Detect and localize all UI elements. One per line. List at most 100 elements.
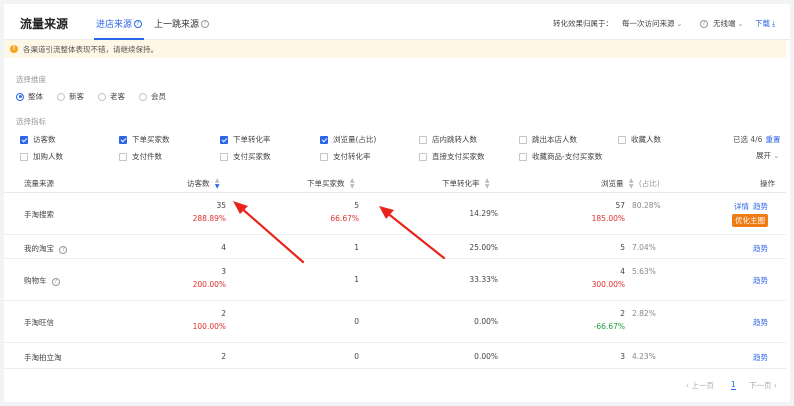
metrics-label: 选择指标	[16, 117, 46, 126]
conversion-value: 14.29%	[469, 209, 498, 218]
checkbox-indicator	[519, 152, 527, 161]
help-icon[interactable]: ?	[59, 246, 68, 254]
source-name: 手淘旺信	[24, 318, 54, 327]
table-row: 手淘旺信 2 100.00% 0 0.00% 2 -66.67% 2.82% 趋…	[4, 301, 786, 343]
radio-new-customer[interactable]: 新客	[57, 91, 84, 102]
metric-checkbox-fav-paid-buyers[interactable]: 收藏商品-支付买家数	[519, 151, 602, 162]
metric-checkbox-order-conversion[interactable]: 下单转化率	[220, 134, 271, 145]
pageviews-value: 4	[620, 267, 625, 276]
metric-checkbox-favorites[interactable]: 收藏人数	[618, 134, 661, 145]
visitors-value: 3	[221, 267, 226, 276]
column-header-buyers[interactable]: 下单买家数 ▲ ▼	[307, 178, 355, 190]
pageviews-value: 57	[615, 201, 625, 210]
help-icon[interactable]: ?	[134, 19, 143, 28]
radio-overall[interactable]: 整体	[16, 91, 43, 102]
notice-text: 各渠道引流整体表现不错，请继续保持。	[23, 44, 158, 54]
optimize-main-image-tag[interactable]: 优化主图	[732, 214, 768, 227]
table-row: 购物车 ? 3 200.00% 1 33.33% 4 300.00% 5.63%…	[4, 259, 786, 301]
pageviews-value: 5	[620, 243, 625, 252]
visitors-value: 2	[221, 309, 226, 318]
metric-checkbox-paid-conversion[interactable]: 支付转化率	[320, 151, 371, 162]
dimension-radio-group: 整体 新客 老客 会员	[16, 91, 166, 102]
trend-link[interactable]: 趋势	[753, 276, 768, 285]
download-icon: ⤓	[772, 18, 776, 28]
download-button[interactable]: 下载 ⤓	[755, 18, 775, 29]
pageviews-share: 4.23%	[632, 352, 656, 361]
radio-indicator	[57, 92, 65, 101]
metric-checkbox-bounce[interactable]: 跳出本店人数	[519, 134, 577, 145]
pageviews-value: 3	[620, 352, 625, 361]
help-icon[interactable]: ?	[51, 278, 60, 286]
device-select[interactable]: ? 无线端 ⌄	[700, 18, 743, 29]
table-row: 我的淘宝 ? 4 1 25.00% 5 7.04% 趋势	[4, 235, 786, 259]
metric-checkbox-paid-buyers[interactable]: 支付买家数	[220, 151, 271, 162]
checkbox-indicator	[119, 152, 127, 161]
radio-returning-customer[interactable]: 老客	[98, 91, 125, 102]
page-number-current[interactable]: 1	[731, 380, 736, 390]
metric-checkbox-direct-paid-buyers[interactable]: 直接支付买家数	[419, 151, 485, 162]
column-header-visitors[interactable]: 访客数 ▲ ▼	[187, 178, 220, 190]
pageviews-share: 7.04%	[632, 243, 656, 252]
metric-checkbox-order-buyers[interactable]: 下单买家数	[119, 134, 170, 145]
trend-link[interactable]: 趋势	[753, 244, 768, 253]
buyers-value: 1	[354, 275, 359, 284]
tab-entry-source[interactable]: 进店来源 ?	[96, 17, 143, 30]
help-icon[interactable]: ?	[201, 19, 210, 28]
radio-indicator	[16, 92, 24, 101]
source-name: 手淘拍立淘	[24, 353, 62, 362]
expand-toggle[interactable]: 展开 ⌄	[756, 150, 779, 161]
header: 流量来源 进店来源 ? 上一跳来源 ? 转化效果归属于： 每一次访问来源 ⌄ ?…	[4, 4, 790, 40]
sort-icon[interactable]: ▲ ▼	[629, 178, 634, 190]
pageviews-change: 185.00%	[591, 214, 625, 223]
column-header-conversion[interactable]: 下单转化率 ▲ ▼	[442, 178, 490, 190]
warning-icon: !	[10, 45, 18, 53]
column-header-source: 流量来源	[24, 179, 54, 188]
source-name: 手淘搜索	[24, 210, 54, 219]
radio-member[interactable]: 会员	[139, 91, 166, 102]
conversion-value: 0.00%	[474, 352, 498, 361]
attribution-select[interactable]: 每一次访问来源 ⌄	[622, 18, 682, 29]
trend-link[interactable]: 趋势	[753, 202, 768, 211]
pageviews-share: 2.82%	[632, 309, 656, 318]
checkbox-indicator	[419, 135, 427, 144]
buyers-value: 0	[354, 317, 359, 326]
trend-link[interactable]: 趋势	[753, 353, 768, 362]
sort-icon[interactable]: ▲ ▼	[350, 178, 355, 190]
visitors-value: 35	[216, 201, 226, 210]
checkbox-indicator	[20, 135, 28, 144]
metric-checkbox-paid-items[interactable]: 支付件数	[119, 151, 162, 162]
checkbox-indicator	[20, 152, 28, 161]
checkbox-indicator	[618, 135, 626, 144]
checkbox-indicator	[419, 152, 427, 161]
row-actions: 趋势	[749, 275, 768, 286]
prev-page-button[interactable]: ‹ 上一页	[686, 380, 714, 391]
checkbox-indicator	[320, 135, 328, 144]
source-name: 我的淘宝 ?	[24, 243, 68, 254]
pageviews-share: 80.28%	[632, 201, 661, 210]
tab-previous-source[interactable]: 上一跳来源 ?	[154, 17, 210, 30]
notice-bar: ! 各渠道引流整体表现不错，请继续保持。	[4, 40, 786, 58]
detail-link[interactable]: 详情	[734, 202, 749, 211]
next-page-button[interactable]: 下一页 ›	[749, 380, 777, 391]
chevron-down-icon: ⌄	[737, 19, 744, 28]
trend-link[interactable]: 趋势	[753, 318, 768, 327]
column-header-ops: 操作	[760, 179, 775, 188]
metric-checkbox-visitors[interactable]: 访客数	[20, 134, 56, 145]
row-actions: 趋势	[749, 243, 768, 254]
column-header-pageviews[interactable]: 浏览量 ▲ ▼ (占比)	[601, 178, 660, 190]
checkbox-indicator	[119, 135, 127, 144]
chevron-down-icon: ⌄	[773, 152, 780, 160]
radio-indicator	[98, 92, 106, 101]
metric-checkbox-in-store-jumps[interactable]: 店内跳转人数	[419, 134, 477, 145]
reset-link[interactable]: 重置	[765, 135, 780, 144]
sort-icon[interactable]: ▲ ▼	[215, 178, 220, 190]
visitors-value: 4	[221, 243, 226, 252]
metric-checkbox-pageviews[interactable]: 浏览量(占比)	[320, 134, 376, 145]
sort-icon[interactable]: ▲ ▼	[485, 178, 490, 190]
metric-checkbox-add-to-cart[interactable]: 加购人数	[20, 151, 63, 162]
buyers-value: 1	[354, 243, 359, 252]
table-row: 手淘搜索 35 288.89% 5 66.67% 14.29% 57 185.0…	[4, 193, 786, 235]
checkbox-indicator	[220, 152, 228, 161]
help-icon[interactable]: ?	[700, 19, 708, 28]
visitors-change: 100.00%	[192, 322, 226, 331]
